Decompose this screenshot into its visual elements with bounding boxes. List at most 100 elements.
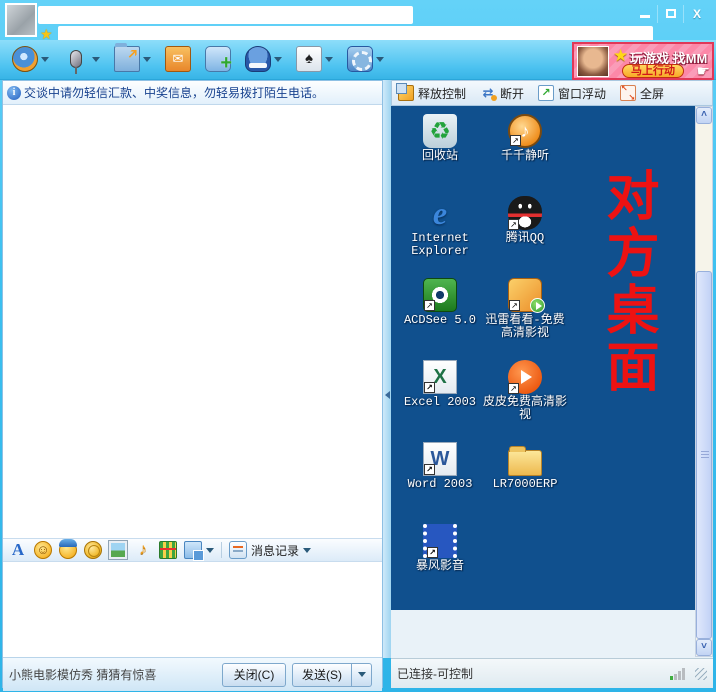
remote-desktop-view[interactable]: ♻ 回收站 ♪↗ 千千静听 e Internet Explorer ↗ 腾讯QQ…: [391, 106, 695, 610]
send-options-button[interactable]: [352, 663, 372, 687]
emoticon-button[interactable]: ☺: [34, 541, 52, 559]
screen-capture-button[interactable]: [184, 541, 202, 559]
remote-desktop-panel: 释放控制 ⇄ 断开 ↗ 窗口浮动 ↖↘ 全屏 ♻ 回收站: [391, 80, 713, 688]
desktop-icon-label: 千千静听: [501, 150, 549, 163]
scroll-down-button[interactable]: ˅: [696, 639, 712, 656]
shake-window-button[interactable]: [84, 541, 102, 559]
close-chat-button[interactable]: 关闭(C): [222, 663, 286, 687]
desktop-icon-ttplayer[interactable]: ♪↗ 千千静听: [481, 114, 569, 196]
minimize-button[interactable]: [632, 5, 658, 23]
disconnect-icon: ⇄: [480, 85, 496, 101]
desktop-icon-label: ACDSee 5.0: [404, 314, 476, 327]
desktop-icon-tencent-qq[interactable]: ↗ 腾讯QQ: [481, 196, 569, 278]
hand-cursor-icon: ☛: [697, 62, 710, 80]
message-history-button[interactable]: 消息记录: [229, 541, 311, 559]
video-call-button[interactable]: [8, 44, 53, 74]
settings-button[interactable]: [343, 44, 388, 74]
message-input[interactable]: [3, 562, 382, 652]
vertical-scrollbar[interactable]: ˄ ˅: [695, 106, 713, 657]
chevron-down-icon[interactable]: [325, 57, 333, 62]
mobile-sms-button[interactable]: ✉: [161, 44, 195, 74]
ad-girl-photo: [577, 46, 609, 77]
maximize-icon: [666, 9, 676, 18]
ad-banner[interactable]: ★ 玩游戏 找MM 马上行动 ☛: [572, 42, 714, 80]
ad-star-icon: ★: [613, 46, 628, 66]
fullscreen-label: 全屏: [640, 85, 664, 102]
send-file-button[interactable]: [110, 44, 155, 74]
internet-explorer-icon: e: [423, 196, 457, 230]
games-button[interactable]: ♠: [292, 44, 337, 74]
create-group-chat-button[interactable]: [201, 44, 235, 74]
excel-icon: X↗: [423, 360, 457, 394]
chevron-down-icon[interactable]: [92, 57, 100, 62]
desktop-icon-excel-2003[interactable]: X↗ Excel 2003: [401, 360, 479, 442]
chevron-down-icon[interactable]: [143, 57, 151, 62]
font-button[interactable]: A: [9, 541, 27, 559]
voice-call-button[interactable]: [59, 46, 104, 72]
promo-link[interactable]: 小熊电影模仿秀 猜猜有惊喜: [9, 666, 222, 683]
fullscreen-button[interactable]: ↖↘ 全屏: [620, 85, 664, 102]
chevron-down-icon[interactable]: [274, 57, 282, 62]
magic-emoticon-button[interactable]: [59, 541, 77, 559]
desktop-icon-label: 回收站: [422, 150, 458, 163]
float-window-button[interactable]: ↗ 窗口浮动: [538, 85, 606, 102]
signal-strength-icon: [670, 668, 685, 680]
shortcut-arrow-icon: ↗: [424, 300, 435, 311]
release-control-label: 释放控制: [418, 85, 466, 102]
buddy-avatar[interactable]: [5, 3, 37, 37]
play-badge-icon: [530, 298, 545, 313]
desktop-icon-label: LR7000ERP: [493, 478, 558, 491]
audio-message-button[interactable]: ♪: [134, 541, 152, 559]
desktop-icon-label: Word 2003: [408, 478, 473, 491]
desktop-icon-storm-player[interactable]: ↗ 暴风影音: [401, 524, 479, 606]
float-window-icon: ↗: [538, 85, 554, 101]
video-call-icon: [12, 46, 38, 72]
create-group-chat-icon: [205, 46, 231, 72]
desktop-icon-word-2003[interactable]: W↗ Word 2003: [401, 442, 479, 524]
disconnect-button[interactable]: ⇄ 断开: [480, 85, 524, 102]
scroll-up-button[interactable]: ˄: [696, 107, 712, 124]
toolbar-divider: [221, 542, 222, 558]
desktop-icon-label: 暴风影音: [416, 560, 464, 573]
ad-action-button[interactable]: 马上行动: [622, 64, 684, 78]
float-window-label: 窗口浮动: [558, 85, 606, 102]
mobile-sms-icon: ✉: [165, 46, 191, 72]
shortcut-arrow-icon: ↗: [510, 135, 521, 146]
send-image-button[interactable]: [109, 541, 127, 559]
safety-notice-bar: i 交谈中请勿轻信汇款、中奖信息，勿轻易拨打陌生电话。: [3, 81, 382, 105]
fullscreen-icon: ↖↘: [620, 85, 636, 101]
input-toolbar: A ☺ ♪ 消息记录: [3, 538, 382, 562]
acdsee-icon: ↗: [423, 278, 457, 312]
message-history-icon: [229, 541, 247, 559]
resize-grip[interactable]: [695, 668, 707, 680]
collapse-panel-button[interactable]: [383, 375, 391, 415]
shortcut-arrow-icon: ↗: [424, 464, 435, 475]
gift-button[interactable]: [159, 541, 177, 559]
recycle-bin-icon: ♻: [423, 114, 457, 148]
word-icon: W↗: [423, 442, 457, 476]
release-control-button[interactable]: 释放控制: [398, 85, 466, 102]
desktop-icon-recycle-bin[interactable]: ♻ 回收站: [401, 114, 479, 196]
desktop-icon-lr7000erp[interactable]: LR7000ERP: [481, 442, 569, 524]
release-control-icon: [398, 85, 414, 101]
panel-splitter[interactable]: [383, 80, 391, 658]
maximize-button[interactable]: [658, 5, 684, 23]
remote-control-toolbar: 释放控制 ⇄ 断开 ↗ 窗口浮动 ↖↘ 全屏: [391, 80, 713, 106]
report-button[interactable]: [241, 44, 286, 74]
desktop-icon-internet-explorer[interactable]: e Internet Explorer: [401, 196, 479, 278]
xunlei-kankan-icon: ↗: [508, 278, 542, 312]
send-button[interactable]: 发送(S): [292, 663, 352, 687]
desktop-icon-xunlei-kankan[interactable]: ↗ 迅雷看看-免费高清影视: [481, 278, 569, 360]
chevron-down-icon[interactable]: [41, 57, 49, 62]
pipi-player-icon: ↗: [508, 360, 542, 394]
shortcut-arrow-icon: ↗: [509, 300, 520, 311]
desktop-icon-label: 迅雷看看-免费高清影视: [481, 314, 569, 340]
chevron-down-icon[interactable]: [376, 57, 384, 62]
vertical-scroll-thumb[interactable]: [696, 271, 712, 639]
chat-history-area[interactable]: [3, 105, 382, 538]
desktop-icon-pipi-player[interactable]: ↗ 皮皮免费高清影视: [481, 360, 569, 442]
desktop-icon-acdsee[interactable]: ↗ ACDSee 5.0: [401, 278, 479, 360]
close-button[interactable]: X: [684, 5, 710, 23]
ttplayer-icon: ♪↗: [508, 114, 542, 148]
chevron-down-icon[interactable]: [206, 548, 214, 553]
